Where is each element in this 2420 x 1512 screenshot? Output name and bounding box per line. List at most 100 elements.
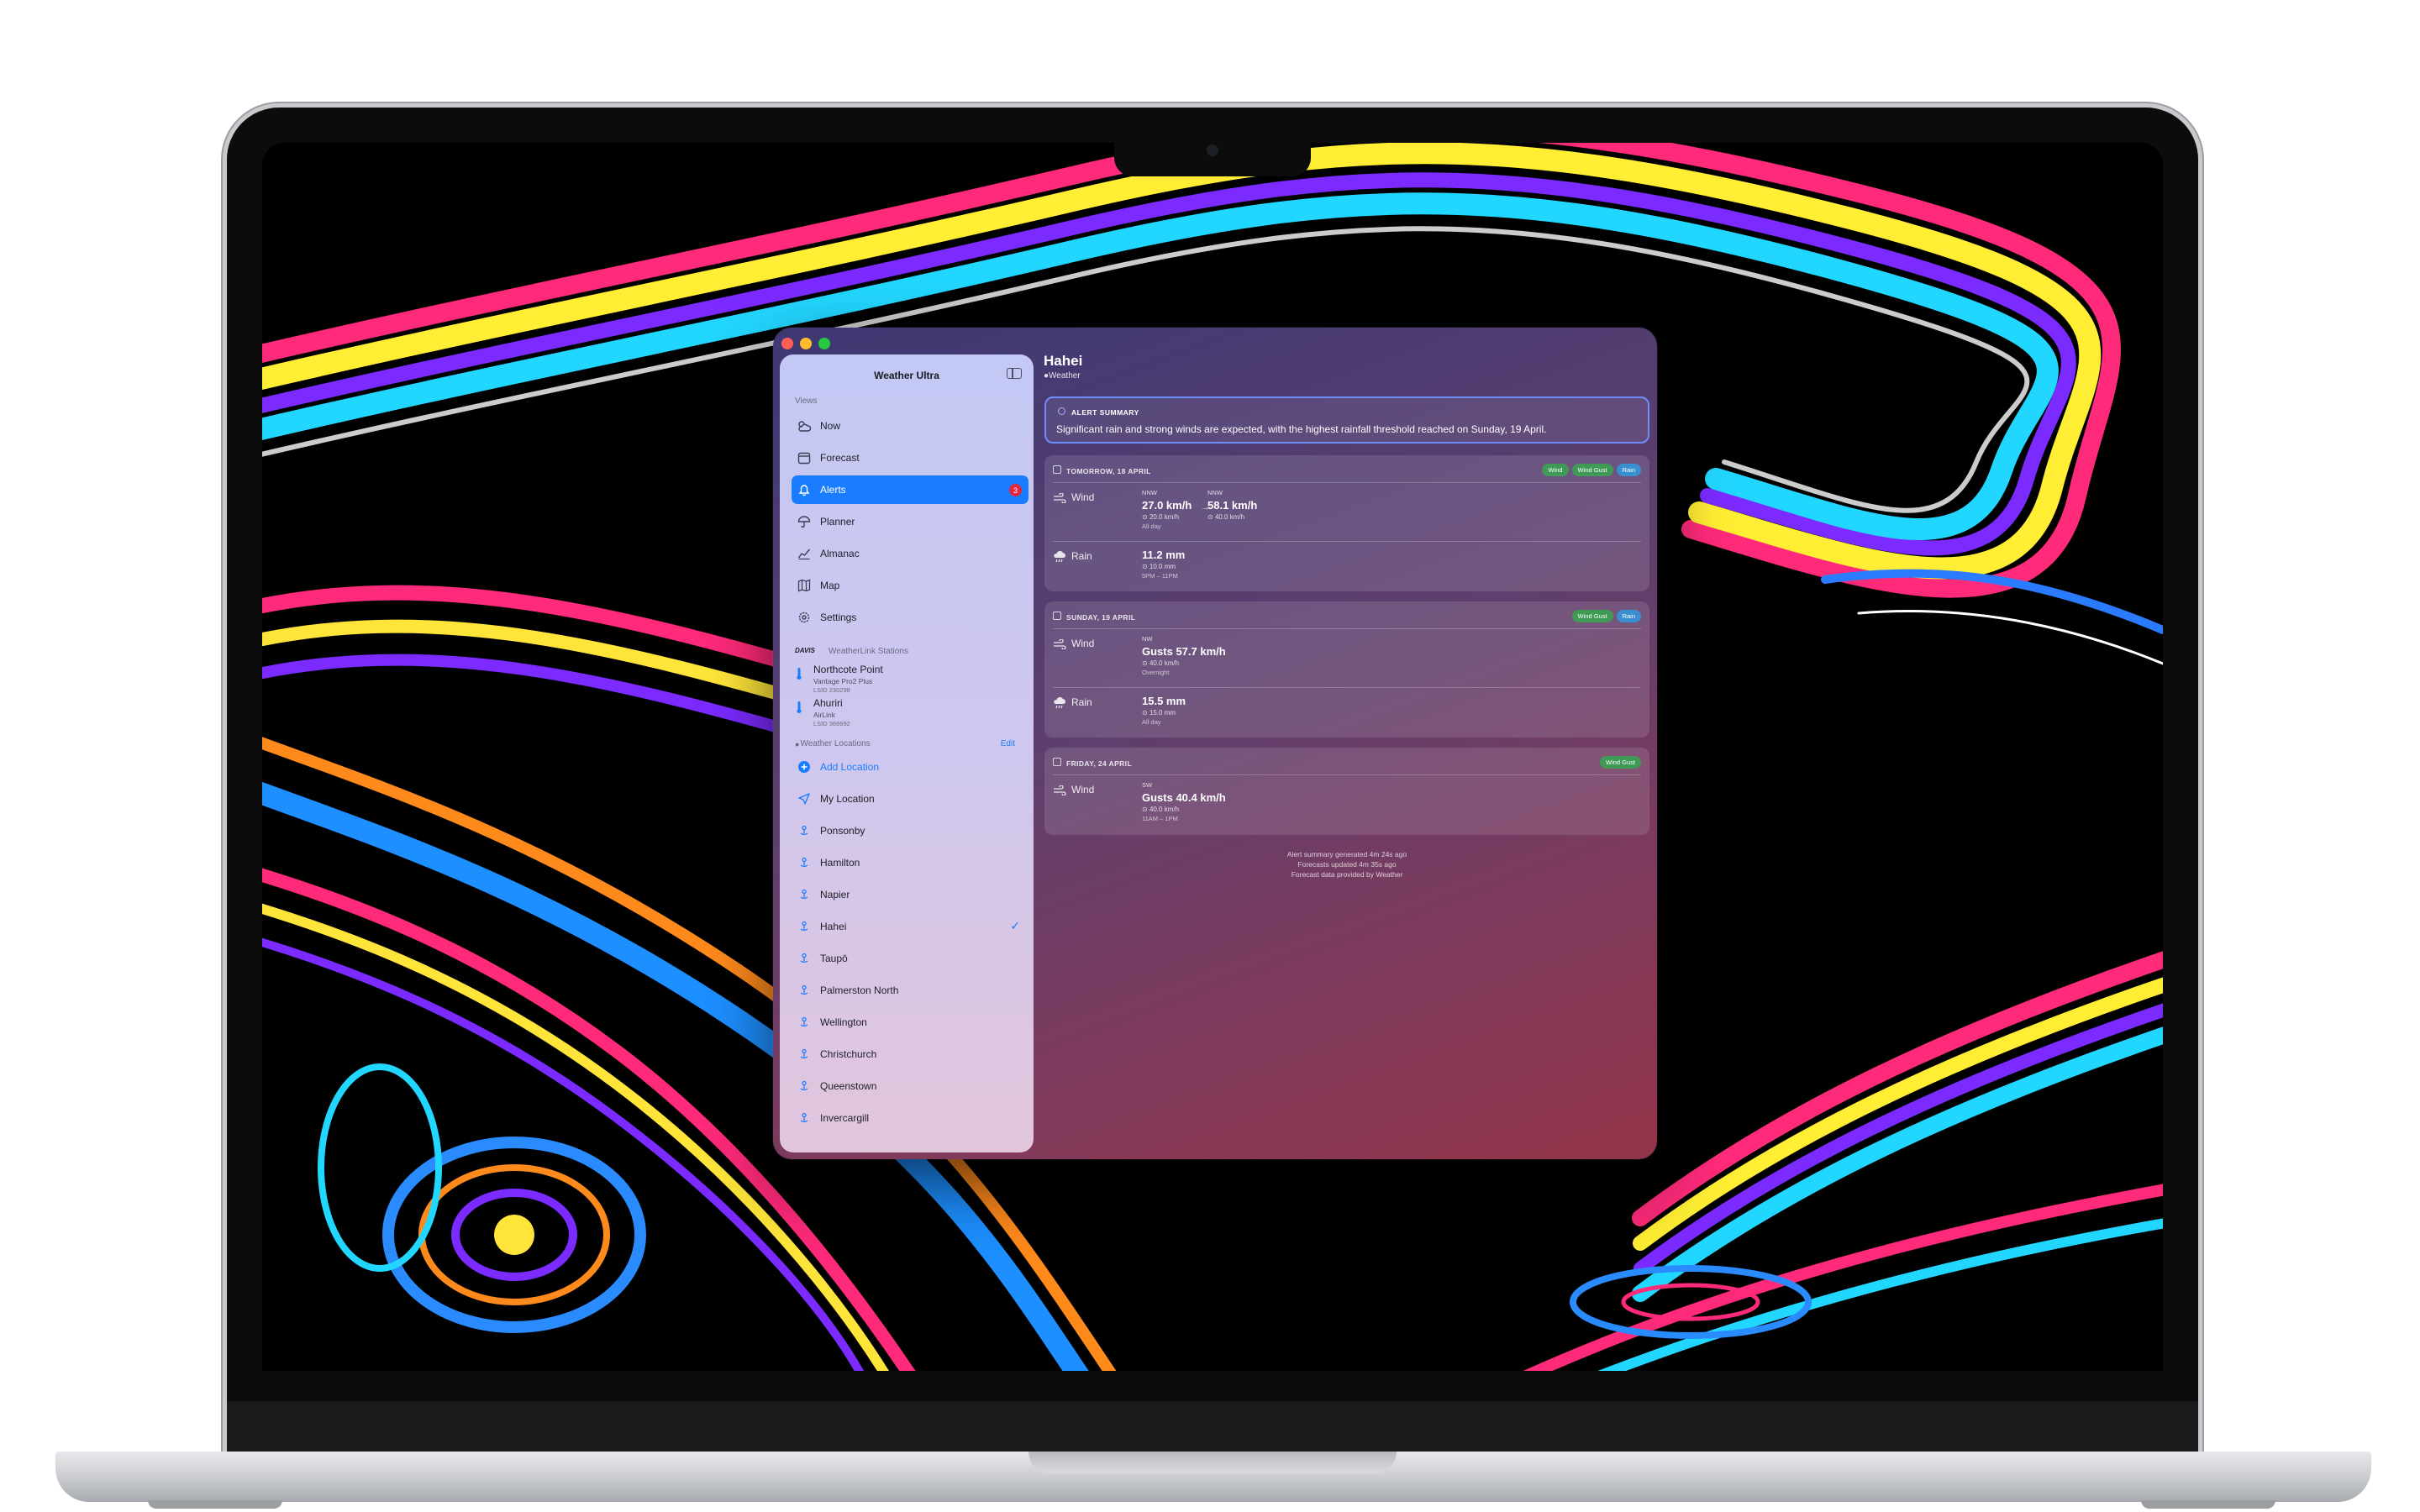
calendar-icon	[1053, 758, 1061, 766]
tag-wind: Wind	[1542, 464, 1569, 476]
tag-rain: Rain	[1616, 464, 1641, 476]
sidebar-item-label: Queenstown	[820, 1080, 877, 1092]
divider	[1053, 774, 1641, 775]
sidebar-item-location[interactable]: Invercargill	[792, 1104, 1028, 1132]
sidebar-item-label: Ponsonby	[820, 825, 865, 837]
sidebar-item-location[interactable]: Napier	[792, 880, 1028, 909]
sidebar-item-planner[interactable]: Planner	[792, 507, 1028, 536]
wind-gust-value: NW Gusts 57.7 km/h ⊙ 40.0 km/h Overnight	[1142, 635, 1226, 676]
sidebar-item-settings[interactable]: Settings	[792, 603, 1028, 632]
data-provider-credit: Forecast data provided by Weather	[1291, 870, 1403, 879]
wind-label: Wind	[1071, 784, 1095, 795]
laptop-foot-right	[2141, 1500, 2275, 1509]
data-source-label: ●Weather	[1044, 371, 1081, 381]
location-arrow-icon	[797, 791, 812, 806]
calendar-icon	[1053, 612, 1061, 620]
alert-day-card[interactable]: TOMORROW, 18 APRIL Wind Wind Gust Rain W…	[1044, 455, 1649, 591]
wind-from-value: NNW 27.0 km/h ⊙ 20.0 km/h All day	[1142, 489, 1192, 530]
person-location-icon	[797, 951, 812, 966]
gear-icon	[797, 610, 812, 625]
sidebar-item-almanac[interactable]: Almanac	[792, 539, 1028, 568]
person-location-icon	[797, 1015, 812, 1030]
locations-section-header: ● Weather Locations	[795, 739, 871, 748]
person-location-icon	[797, 855, 812, 870]
divider	[1053, 687, 1641, 688]
alert-summary-header: ALERT SUMMARY	[1071, 408, 1139, 417]
sidebar-item-location[interactable]: Hahei ✓	[792, 912, 1028, 941]
sidebar-item-map[interactable]: Map	[792, 571, 1028, 600]
apple-logo-icon: ●	[795, 739, 800, 748]
wind-gust-value: SW Gusts 40.4 km/h ⊙ 40.0 km/h 11AM – 1P…	[1142, 781, 1226, 822]
sidebar-item-label: Hahei	[820, 921, 847, 932]
sidebar-item-label: Forecast	[820, 452, 860, 464]
sidebar-item-location[interactable]: Wellington	[792, 1008, 1028, 1037]
views-section-header: Views	[795, 396, 818, 406]
sidebar-item-location[interactable]: Hamilton	[792, 848, 1028, 877]
tag-wind-gust: Wind Gust	[1571, 464, 1613, 476]
add-location-button[interactable]: Add Location	[792, 753, 1028, 781]
alert-day-date: TOMORROW, 18 APRIL	[1066, 467, 1151, 475]
sidebar-item-label: Map	[820, 580, 840, 591]
edit-locations-button[interactable]: Edit	[1001, 739, 1015, 748]
threshold-value: ⊙ 10.0 mm	[1142, 563, 1176, 570]
bell-icon	[797, 482, 812, 497]
alert-tags: Wind Gust	[1599, 756, 1641, 769]
sidebar-item-location[interactable]: Palmerston North	[792, 976, 1028, 1005]
sidebar-item-label: Invercargill	[820, 1112, 870, 1124]
sidebar-item-location[interactable]: Ponsonby	[792, 816, 1028, 845]
app-title: Weather Ultra	[874, 370, 939, 381]
rain-label: Rain	[1071, 696, 1092, 708]
sidebar-item-location[interactable]: Queenstown	[792, 1072, 1028, 1100]
chart-line-icon	[797, 546, 812, 561]
tag-wind-gust: Wind Gust	[1599, 756, 1641, 769]
sidebar-item-alerts[interactable]: Alerts 3	[792, 475, 1028, 504]
person-location-icon	[797, 919, 812, 934]
sidebar-item-forecast[interactable]: Forecast	[792, 444, 1028, 472]
sidebar-item-location[interactable]: Taupō	[792, 944, 1028, 973]
close-button[interactable]	[781, 338, 793, 349]
cloud-rain-icon	[1053, 696, 1066, 713]
davis-logo: DAVIS	[795, 647, 815, 654]
person-location-icon	[797, 823, 812, 838]
camera	[1207, 144, 1218, 156]
divider	[1053, 482, 1641, 483]
sidebar-item-now[interactable]: Now	[792, 412, 1028, 440]
wind-icon	[1053, 638, 1066, 654]
wind-icon	[1053, 785, 1066, 800]
station-ahuriri[interactable]: Ahuriri AirLink LSID 366692	[792, 697, 1027, 727]
page-title: Hahei	[1044, 353, 1083, 369]
wind-label: Wind	[1071, 638, 1095, 649]
umbrella-icon	[797, 514, 812, 529]
tag-wind-gust: Wind Gust	[1571, 610, 1613, 622]
sidebar-item-label: Napier	[820, 889, 850, 900]
rain-value: 11.2 mm ⊙ 10.0 mm 5PM – 11PM	[1142, 549, 1186, 580]
sidebar-toggle-icon[interactable]	[1007, 368, 1022, 379]
sidebar-item-location[interactable]: Christchurch	[792, 1040, 1028, 1068]
laptop-foot-left	[148, 1500, 282, 1509]
alert-day-card[interactable]: SUNDAY, 19 APRIL Wind Gust Rain Wind NW …	[1044, 601, 1649, 738]
person-location-icon	[797, 1047, 812, 1062]
checkmark-icon: ✓	[1010, 919, 1020, 932]
alert-summary-card: ALERT SUMMARY Significant rain and stron…	[1044, 396, 1649, 444]
person-location-icon	[797, 1110, 812, 1126]
person-location-icon	[797, 1079, 812, 1094]
wind-to-value: NNW 58.1 km/h ⊙ 40.0 km/h	[1207, 489, 1258, 521]
sidebar-item-label: Christchurch	[820, 1048, 877, 1060]
zoom-button[interactable]	[818, 338, 830, 349]
alert-day-date: FRIDAY, 24 APRIL	[1066, 759, 1133, 768]
alert-day-card[interactable]: FRIDAY, 24 APRIL Wind Gust Wind SW Gusts…	[1044, 748, 1649, 835]
alert-tags: Wind Gust Rain	[1571, 610, 1641, 622]
sidebar-item-my-location[interactable]: My Location	[792, 785, 1028, 813]
person-location-icon	[797, 887, 812, 902]
minimize-button[interactable]	[800, 338, 812, 349]
sidebar-item-label: Settings	[820, 612, 857, 623]
calendar-icon	[1053, 465, 1061, 474]
station-northcote-point[interactable]: Northcote Point Vantage Pro2 Plus LSID 2…	[792, 664, 1027, 694]
laptop-thumb-cutout	[1028, 1452, 1397, 1473]
summary-generated-time: Alert summary generated 4m 24s ago	[1286, 850, 1407, 858]
calendar-icon	[797, 450, 812, 465]
divider	[1053, 628, 1641, 629]
thermometer-icon	[795, 701, 803, 718]
app-window: Weather Ultra Views Now Forecast Alerts …	[773, 328, 1657, 1159]
rain-label: Rain	[1071, 550, 1092, 562]
